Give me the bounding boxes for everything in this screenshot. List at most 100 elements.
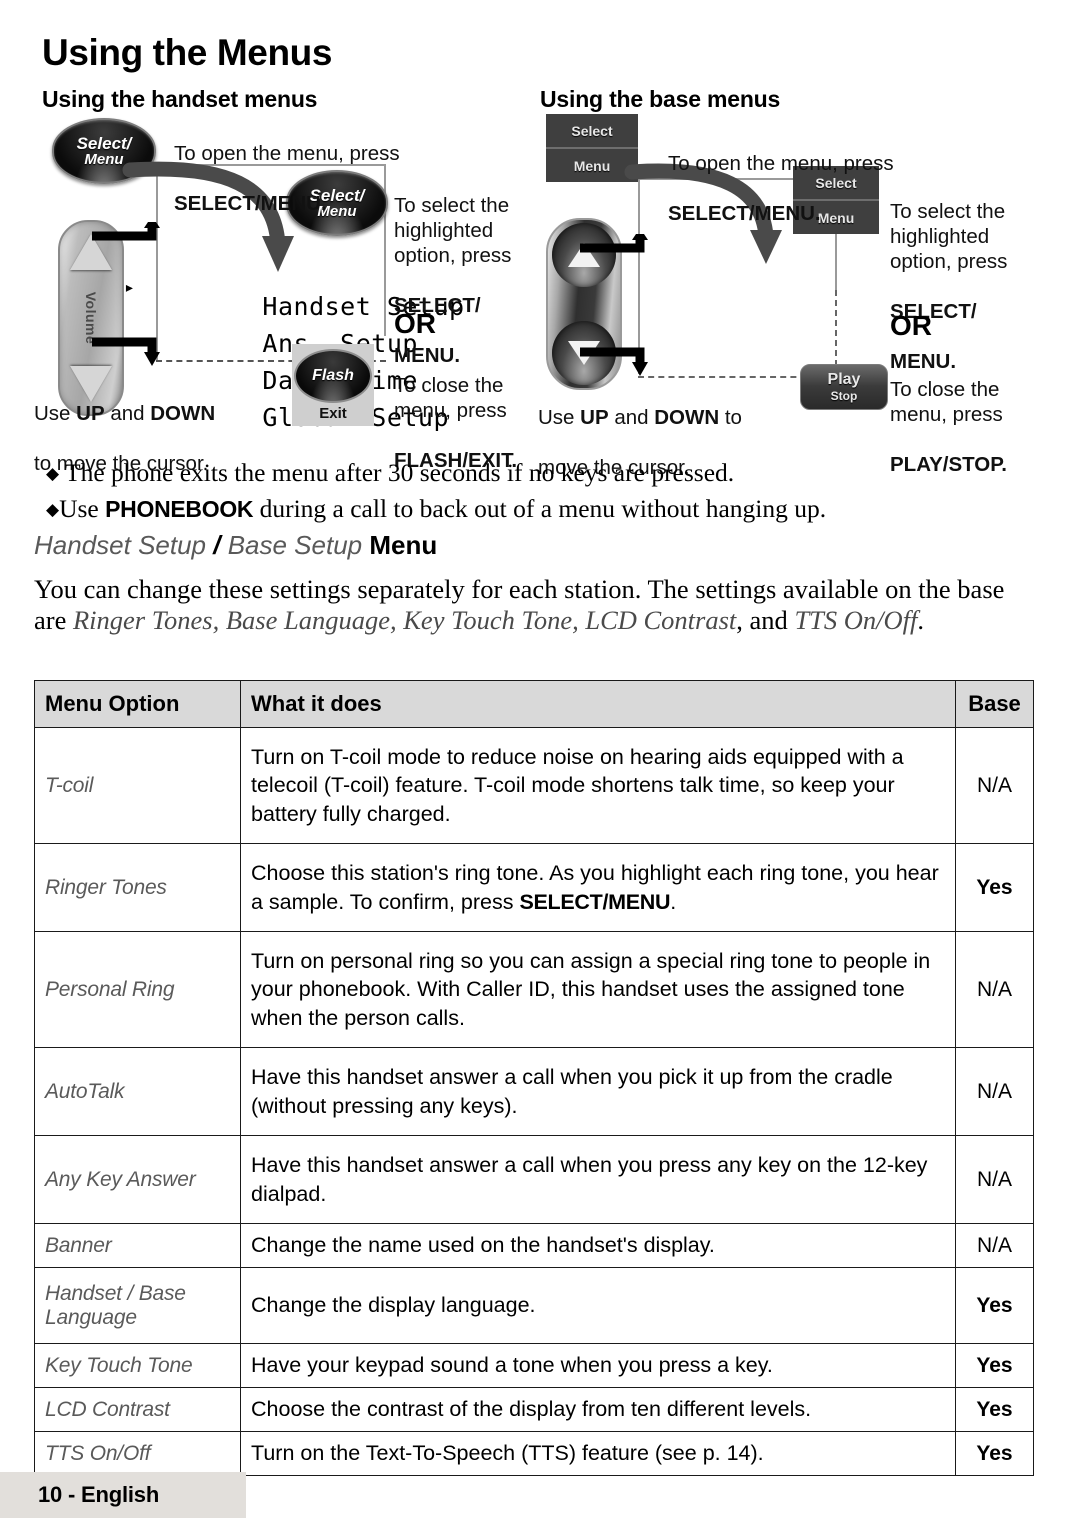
cell-description: Turn on T-coil mode to reduce noise on h…: [240, 727, 956, 844]
desc-text: Have your keypad sound a tone when you p…: [251, 1353, 773, 1378]
desc-text: Turn on the Text-To-Speech (TTS) feature…: [251, 1441, 764, 1466]
cell-menu-option: Ringer Tones: [34, 843, 241, 932]
instruction-bold: SELECT/MENU.: [668, 202, 821, 225]
desc-text: Change the name used on the handset's di…: [251, 1233, 715, 1258]
page-title: Using the Menus: [42, 32, 333, 73]
cell-base: N/A: [955, 931, 1034, 1048]
table-row: LCD Contrast Choose the contrast of the …: [34, 1387, 1034, 1432]
bullet-text-post: during a call to back out of a menu with…: [253, 494, 827, 523]
cell-menu-option: Banner: [34, 1223, 241, 1268]
cell-base: Yes: [955, 1387, 1034, 1432]
paragraph-italic-list: Ringer Tones, Base Language, Key Touch T…: [72, 605, 737, 635]
base-select-instruction: To select the highlighted option, press …: [890, 174, 1055, 374]
instruction-text: To open the menu, press: [668, 152, 894, 175]
desc-text: Turn on T-coil mode to reduce noise on h…: [251, 744, 904, 826]
cell-description: Choose this station's ring tone. As you …: [240, 843, 956, 932]
desc-post: .: [670, 889, 677, 914]
phonebook-key-label: PHONEBOOK: [105, 496, 254, 522]
cell-description: Turn on the Text-To-Speech (TTS) feature…: [240, 1431, 956, 1476]
column-header-what-it-does: What it does: [240, 680, 956, 728]
cell-base: Yes: [955, 843, 1034, 932]
paragraph-part-3: .: [917, 605, 925, 635]
cell-description: Have this handset answer a call when you…: [240, 1135, 956, 1224]
table-row: Ringer Tones Choose this station's ring …: [34, 843, 1034, 932]
table-row: Any Key Answer Have this handset answer …: [34, 1135, 1034, 1224]
handset-or-label: OR: [394, 308, 436, 339]
base-up-key-pointer-arrow: [580, 234, 648, 253]
table-row: Handset / Base Language Change the displ…: [34, 1267, 1034, 1344]
diamond-bullet-icon: ◆: [46, 464, 60, 484]
instruction-text: To select the highlighted option, press: [394, 194, 512, 267]
paragraph-part-2: , and: [736, 605, 795, 635]
heading-bold: Menu: [362, 530, 438, 560]
cursor-note-and: and: [608, 406, 655, 429]
cell-menu-option: LCD Contrast: [34, 1387, 241, 1432]
bullet-item: ◆Use PHONEBOOK during a call to back out…: [46, 494, 826, 524]
menu-options-table: Menu Option What it does Base T-coil Tur…: [34, 680, 1034, 1476]
bullet-item: ◆ The phone exits the menu after 30 seco…: [46, 458, 734, 488]
cell-description: Turn on personal ring so you can assign …: [240, 931, 956, 1048]
table-row: TTS On/Off Turn on the Text-To-Speech (T…: [34, 1431, 1034, 1476]
cursor-note-prefix: Use: [34, 402, 77, 425]
cell-description: Choose the contrast of the display from …: [240, 1387, 956, 1432]
column-header-base: Base: [955, 680, 1034, 728]
up-key-label: UP: [580, 406, 609, 429]
cell-description: Change the name used on the handset's di…: [240, 1223, 956, 1268]
cell-base: N/A: [955, 727, 1034, 844]
base-menu-diagram: Select Menu Select Menu Play Stop To ope…: [538, 112, 1048, 479]
cell-base: N/A: [955, 1047, 1034, 1136]
heading-italic-1: Handset Setup: [34, 530, 207, 560]
cell-base: N/A: [955, 1135, 1034, 1224]
lcd-cursor: ▸: [124, 277, 136, 298]
cell-menu-option: TTS On/Off: [34, 1431, 241, 1476]
menu-section-heading: Handset Setup / Base Setup Menu: [34, 530, 437, 561]
handset-section-heading: Using the handset menus: [42, 86, 318, 112]
up-key-label: UP: [76, 402, 105, 425]
table-row: Personal Ring Turn on personal ring so y…: [34, 931, 1034, 1048]
cell-base: Yes: [955, 1343, 1034, 1388]
instruction-text: To close the menu, press: [890, 378, 1003, 426]
desc-text: Choose the contrast of the display from …: [251, 1397, 812, 1422]
cell-description: Have your keypad sound a tone when you p…: [240, 1343, 956, 1388]
desc-bold: SELECT/MENU: [519, 889, 671, 914]
cell-base: Yes: [955, 1431, 1034, 1476]
cell-description: Have this handset answer a call when you…: [240, 1047, 956, 1136]
bullet-text-pre: Use: [59, 494, 106, 523]
cell-menu-option: T-coil: [34, 727, 241, 844]
handset-menu-diagram: Select/ Menu Select/ Menu Volume Handset…: [34, 112, 534, 475]
table-header-row: Menu Option What it does Base: [34, 680, 1034, 728]
cell-base: N/A: [955, 1223, 1034, 1268]
diamond-bullet-icon: ◆: [46, 500, 60, 520]
table-row: AutoTalk Have this handset answer a call…: [34, 1047, 1034, 1136]
base-select-button[interactable]: Select: [546, 114, 638, 147]
down-key-label: DOWN: [150, 402, 216, 425]
instruction-bold: SELECT/MENU.: [174, 192, 327, 215]
instruction-text: To close the menu, press: [394, 374, 507, 422]
cell-menu-option: Any Key Answer: [34, 1135, 241, 1224]
desc-text: Have this handset answer a call when you…: [251, 1153, 928, 1206]
desc-text: Change the display language.: [251, 1293, 536, 1318]
paragraph-italic-last: TTS On/Off: [794, 605, 918, 635]
down-key-label: DOWN: [654, 406, 720, 429]
cell-menu-option: Personal Ring: [34, 931, 241, 1048]
cell-description: Change the display language.: [240, 1267, 956, 1344]
cursor-note-prefix: Use: [538, 406, 581, 429]
bullet-text: The phone exits the menu after 30 second…: [65, 458, 735, 487]
cell-menu-option: Handset / Base Language: [34, 1267, 241, 1344]
desc-text: Turn on personal ring so you can assign …: [251, 948, 931, 1030]
column-header-menu-option: Menu Option: [34, 680, 241, 728]
button-label-line1: Select/: [76, 134, 132, 153]
cell-base: Yes: [955, 1267, 1034, 1344]
instruction-bold: PLAY/STOP.: [890, 453, 1007, 476]
cursor-note-and: and: [104, 402, 151, 425]
footer-page-label: 10 - English: [38, 1482, 160, 1507]
instruction-text: To select the highlighted option, press: [890, 200, 1008, 273]
intro-paragraph: You can change these settings separately…: [34, 574, 1039, 636]
base-or-label: OR: [890, 310, 932, 341]
cell-menu-option: Key Touch Tone: [34, 1343, 241, 1388]
manual-page: Using the Menus Using the handset menus …: [0, 0, 1080, 1532]
page-footer: 10 - English: [0, 1472, 246, 1518]
desc-text: Have this handset answer a call when you…: [251, 1065, 893, 1118]
table-row: Key Touch Tone Have your keypad sound a …: [34, 1343, 1034, 1388]
cell-menu-option: AutoTalk: [34, 1047, 241, 1136]
